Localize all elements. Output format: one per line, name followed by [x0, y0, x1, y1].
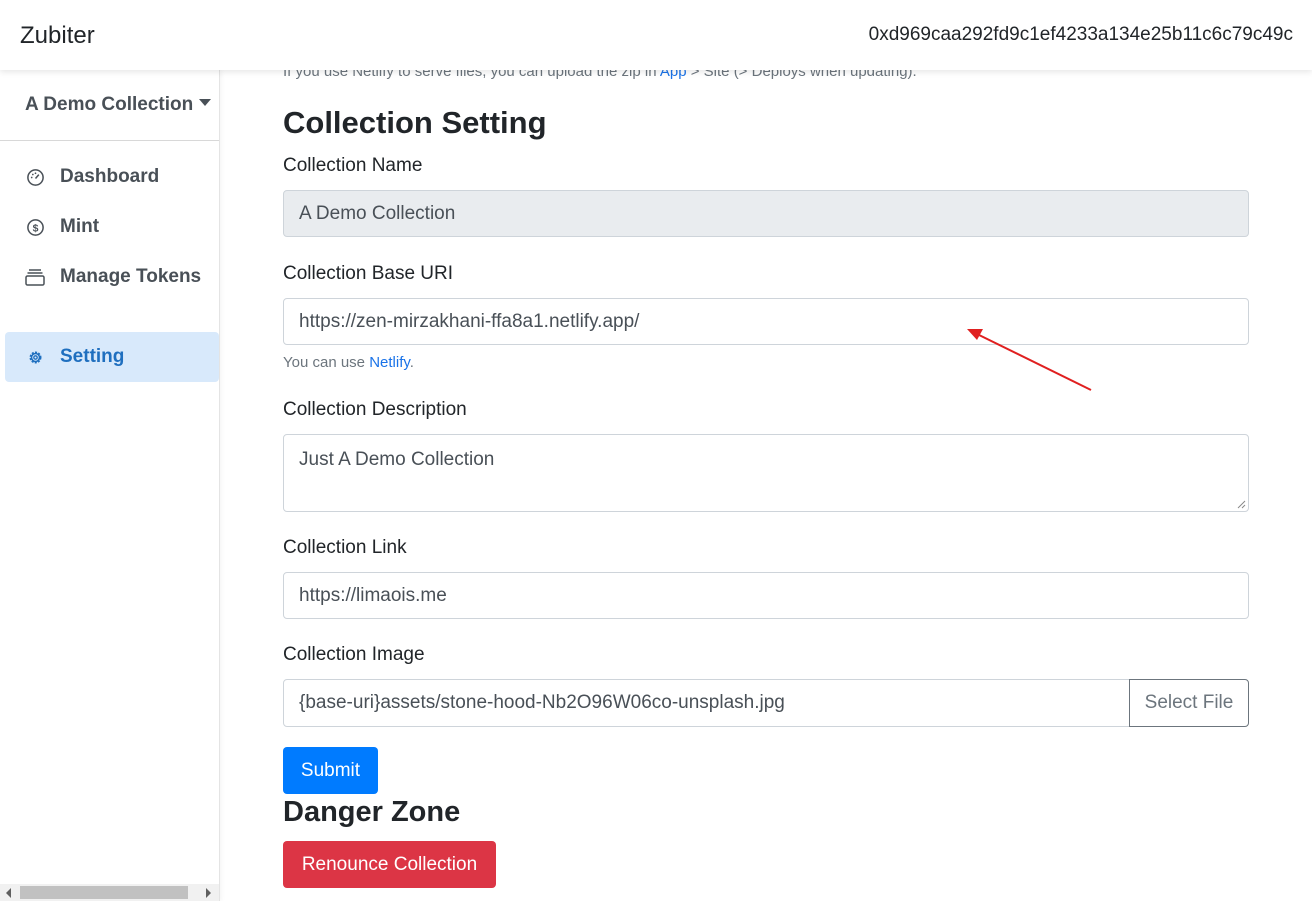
submit-button[interactable]: Submit: [283, 747, 378, 794]
scroll-left-icon[interactable]: [6, 888, 11, 898]
sidebar-item-label: Mint: [60, 216, 100, 237]
sidebar-divider: [0, 140, 219, 141]
help-text: You can use: [283, 354, 370, 371]
brand-logo[interactable]: Zubiter: [20, 22, 95, 50]
renounce-collection-button[interactable]: Renounce Collection: [283, 841, 496, 888]
netlify-link[interactable]: Netlify: [369, 354, 410, 371]
dashboard-gauge-icon: [25, 167, 45, 187]
collection-base-uri-label: Collection Base URI: [283, 263, 454, 284]
scroll-right-icon[interactable]: [206, 888, 211, 898]
gear-icon: [25, 347, 45, 367]
main-content: If you use Netlify to serve files, you c…: [283, 0, 1249, 901]
sidebar-item-dashboard[interactable]: Dashboard: [5, 152, 219, 202]
top-navbar: Zubiter 0xd969caa292fd9c1ef4233a134e25b1…: [0, 0, 1312, 70]
scrollbar-thumb[interactable]: [20, 886, 188, 899]
sidebar: A Demo Collection Dashboard $ Mint Manag…: [0, 70, 220, 901]
sidebar-item-manage-tokens[interactable]: Manage Tokens: [5, 252, 219, 302]
collection-name-field: A Demo Collection: [283, 190, 1249, 237]
collection-link-input[interactable]: https://limaois.me: [283, 572, 1249, 619]
base-uri-help: You can use Netlify.: [283, 354, 414, 371]
caret-down-icon: [199, 99, 212, 106]
collection-selector[interactable]: A Demo Collection: [25, 94, 212, 116]
collection-link-label: Collection Link: [283, 537, 407, 558]
sidebar-item-label: Dashboard: [60, 166, 160, 187]
select-file-button[interactable]: Select File: [1129, 679, 1249, 727]
annotation-arrow-icon: [967, 329, 1092, 391]
collection-base-uri-input[interactable]: https://zen-mirzakhani-ffa8a1.netlify.ap…: [283, 298, 1249, 345]
collection-selector-label: A Demo Collection: [25, 94, 194, 115]
collection-name-label: Collection Name: [283, 155, 423, 176]
danger-zone-heading: Danger Zone: [283, 796, 461, 828]
dollar-coin-icon: $: [25, 217, 45, 237]
collection-description-label: Collection Description: [283, 399, 467, 420]
wallet-address: 0xd969caa292fd9c1ef4233a134e25b11c6c79c4…: [868, 24, 1293, 45]
collection-description-textarea[interactable]: Just A Demo Collection: [283, 434, 1249, 512]
resize-handle-icon[interactable]: [1236, 499, 1246, 509]
description-text: Just A Demo Collection: [299, 449, 495, 470]
collection-image-group: {base-uri}assets/stone-hood-Nb2O96W06co-…: [283, 679, 1249, 727]
svg-text:$: $: [32, 223, 38, 234]
help-text-end: .: [409, 354, 414, 371]
sidebar-item-label: Setting: [60, 346, 125, 367]
horizontal-scrollbar[interactable]: [0, 884, 219, 901]
page-title: Collection Setting: [283, 105, 547, 140]
collection-image-input[interactable]: {base-uri}assets/stone-hood-Nb2O96W06co-…: [283, 679, 1130, 727]
sidebar-item-label: Manage Tokens: [60, 266, 202, 287]
collection-stack-icon: [25, 267, 45, 287]
sidebar-item-mint[interactable]: $ Mint: [5, 202, 219, 252]
sidebar-item-setting[interactable]: Setting: [5, 332, 219, 382]
collection-image-label: Collection Image: [283, 644, 425, 665]
